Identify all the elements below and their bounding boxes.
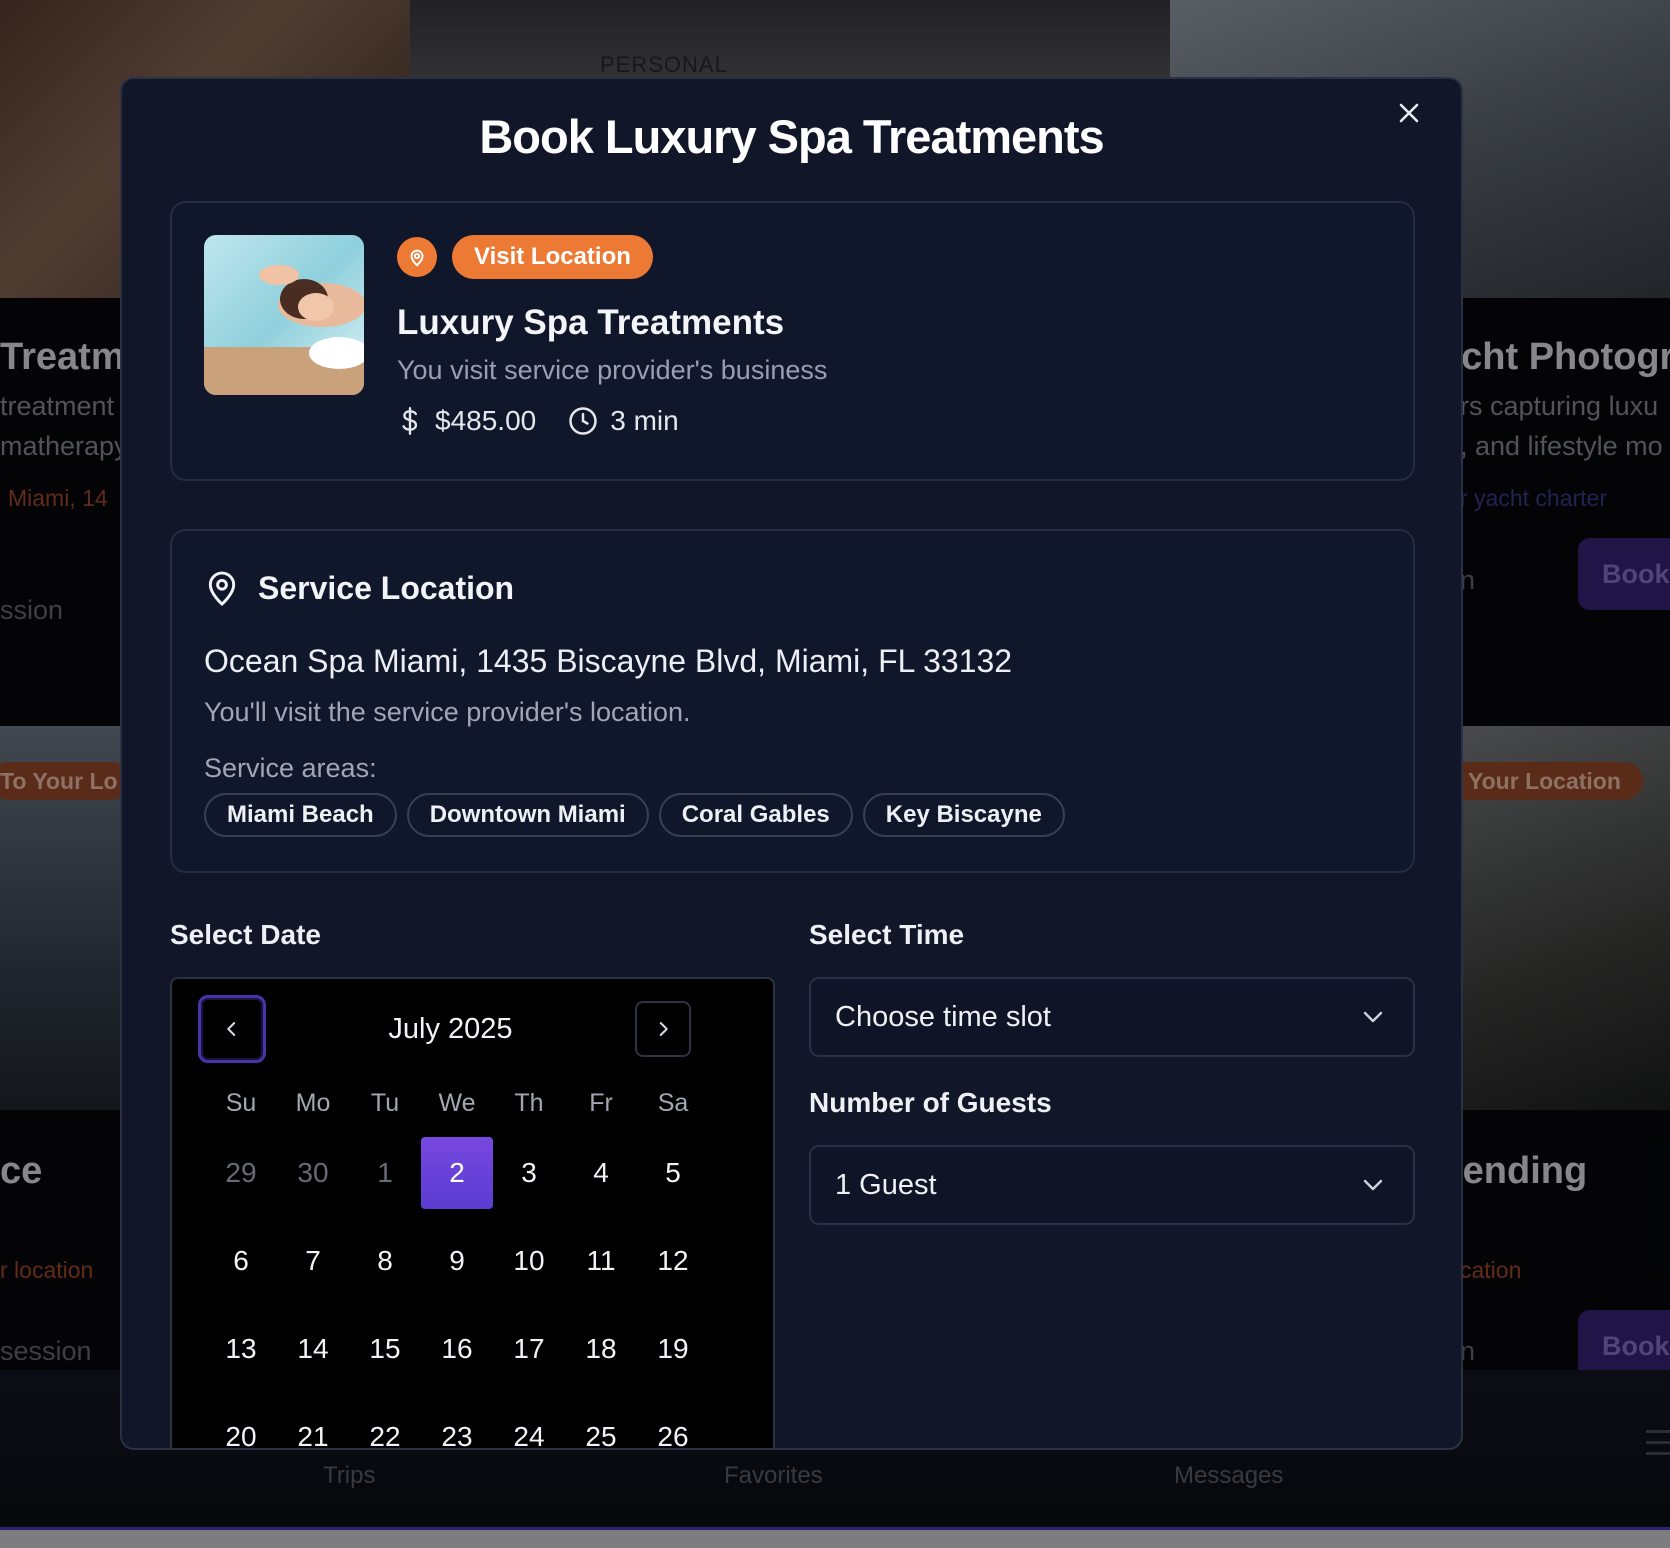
chevron-down-icon — [1363, 1011, 1383, 1023]
service-areas-label: Service areas: — [204, 753, 377, 783]
calendar-grid: Su Mo Tu We Th Fr Sa 29 30 1 2 3 4 5 6 7 8 9 10 11 12… — [205, 1083, 709, 1448]
date-calendar: July 2025 Su Mo Tu We Th Fr Sa 29 30 1 2 3 4 5… — [170, 977, 775, 1448]
visit-note: You'll visit the service provider's loca… — [204, 697, 691, 727]
location-badge — [397, 237, 437, 277]
service-location-card: Service Location Ocean Spa Miami, 1435 B… — [170, 529, 1415, 873]
app-screen: PERSONAL Treatme treatment matherapy Mia… — [0, 0, 1670, 1548]
service-subtitle: You visit service provider's business — [397, 355, 828, 385]
next-month-button[interactable] — [635, 1001, 691, 1057]
map-pin-icon — [410, 249, 424, 267]
calendar-day[interactable]: 5 — [637, 1137, 709, 1209]
calendar-day[interactable]: 24 — [493, 1401, 565, 1448]
area-chip: Coral Gables — [658, 793, 853, 837]
service-areas: Miami Beach Downtown Miami Coral Gables … — [204, 793, 1065, 837]
area-chip: Key Biscayne — [862, 793, 1065, 837]
service-duration: 3 min — [610, 405, 679, 436]
weekday-label: Mo — [295, 1089, 331, 1117]
calendar-week: 13 14 15 16 17 18 19 — [205, 1313, 709, 1401]
dollar-icon — [397, 406, 423, 436]
area-chip: Downtown Miami — [406, 793, 649, 837]
calendar-day[interactable]: 8 — [349, 1225, 421, 1297]
select-date-label: Select Date — [170, 919, 321, 950]
booking-modal: Book Luxury Spa Treatments Visit Locatio… — [120, 77, 1463, 1450]
chevron-right-icon — [659, 1022, 668, 1036]
weekday-label: Su — [225, 1089, 257, 1117]
calendar-day[interactable]: 29 — [205, 1137, 277, 1209]
calendar-day[interactable]: 19 — [637, 1313, 709, 1385]
select-time-label: Select Time — [809, 919, 965, 950]
calendar-day[interactable]: 30 — [277, 1137, 349, 1209]
weekday-header: Su Mo Tu We Th Fr Sa — [205, 1083, 709, 1123]
calendar-day[interactable]: 23 — [421, 1401, 493, 1448]
time-slot-select[interactable]: Choose time slot — [809, 977, 1415, 1057]
guests-label: Number of Guests — [809, 1087, 1052, 1118]
service-name: Luxury Spa Treatments — [397, 303, 785, 342]
weekday-label: Fr — [589, 1089, 613, 1117]
calendar-day[interactable]: 26 — [637, 1401, 709, 1448]
guests-select[interactable]: 1 Guest — [809, 1145, 1415, 1225]
calendar-day[interactable]: 13 — [205, 1313, 277, 1385]
location-title: Service Location — [258, 569, 515, 606]
calendar-day-selected[interactable]: 2 — [421, 1137, 493, 1209]
weekday-label: Th — [514, 1089, 544, 1117]
map-pin-icon — [208, 571, 236, 607]
chevron-down-icon — [1363, 1179, 1383, 1191]
calendar-day[interactable]: 11 — [565, 1225, 637, 1297]
calendar-week: 20 21 22 23 24 25 26 — [205, 1401, 709, 1448]
weekday-label: We — [438, 1089, 476, 1117]
calendar-day[interactable]: 17 — [493, 1313, 565, 1385]
calendar-day[interactable]: 16 — [421, 1313, 493, 1385]
calendar-day[interactable]: 4 — [565, 1137, 637, 1209]
calendar-day[interactable]: 3 — [493, 1137, 565, 1209]
guests-value: 1 Guest — [835, 1169, 937, 1201]
spa-image — [204, 235, 364, 395]
calendar-day[interactable]: 10 — [493, 1225, 565, 1297]
service-meta: $485.00 3 min — [397, 405, 679, 437]
calendar-day[interactable]: 1 — [349, 1137, 421, 1209]
area-chip: Miami Beach — [204, 793, 397, 837]
calendar-day[interactable]: 15 — [349, 1313, 421, 1385]
calendar-day[interactable]: 12 — [637, 1225, 709, 1297]
provider-address: Ocean Spa Miami, 1435 Biscayne Blvd, Mia… — [204, 643, 1013, 679]
service-price: $485.00 — [435, 405, 537, 436]
calendar-week: 29 30 1 2 3 4 5 — [205, 1137, 709, 1225]
calendar-day[interactable]: 22 — [349, 1401, 421, 1448]
weekday-label: Tu — [370, 1089, 400, 1117]
calendar-day[interactable]: 25 — [565, 1401, 637, 1448]
weekday-label: Sa — [657, 1089, 689, 1117]
calendar-day[interactable]: 9 — [421, 1225, 493, 1297]
calendar-weeks: 29 30 1 2 3 4 5 6 7 8 9 10 11 12 13 14 15 16 17 18 19 20 21 22 2… — [205, 1137, 709, 1448]
service-location-heading: Service Location — [204, 569, 514, 607]
calendar-week: 6 7 8 9 10 11 12 — [205, 1225, 709, 1313]
clock-icon — [568, 406, 598, 436]
calendar-day[interactable]: 14 — [277, 1313, 349, 1385]
time-slot-value: Choose time slot — [835, 1001, 1051, 1033]
service-summary-card: Visit Location Luxury Spa Treatments You… — [170, 201, 1415, 481]
service-thumbnail — [204, 235, 364, 395]
calendar-day[interactable]: 6 — [205, 1225, 277, 1297]
modal-title: Book Luxury Spa Treatments — [479, 110, 1104, 163]
visit-location-badge: Visit Location — [452, 235, 653, 279]
calendar-day[interactable]: 18 — [565, 1313, 637, 1385]
calendar-day[interactable]: 21 — [277, 1401, 349, 1448]
calendar-day[interactable]: 20 — [205, 1401, 277, 1448]
calendar-day[interactable]: 7 — [277, 1225, 349, 1297]
